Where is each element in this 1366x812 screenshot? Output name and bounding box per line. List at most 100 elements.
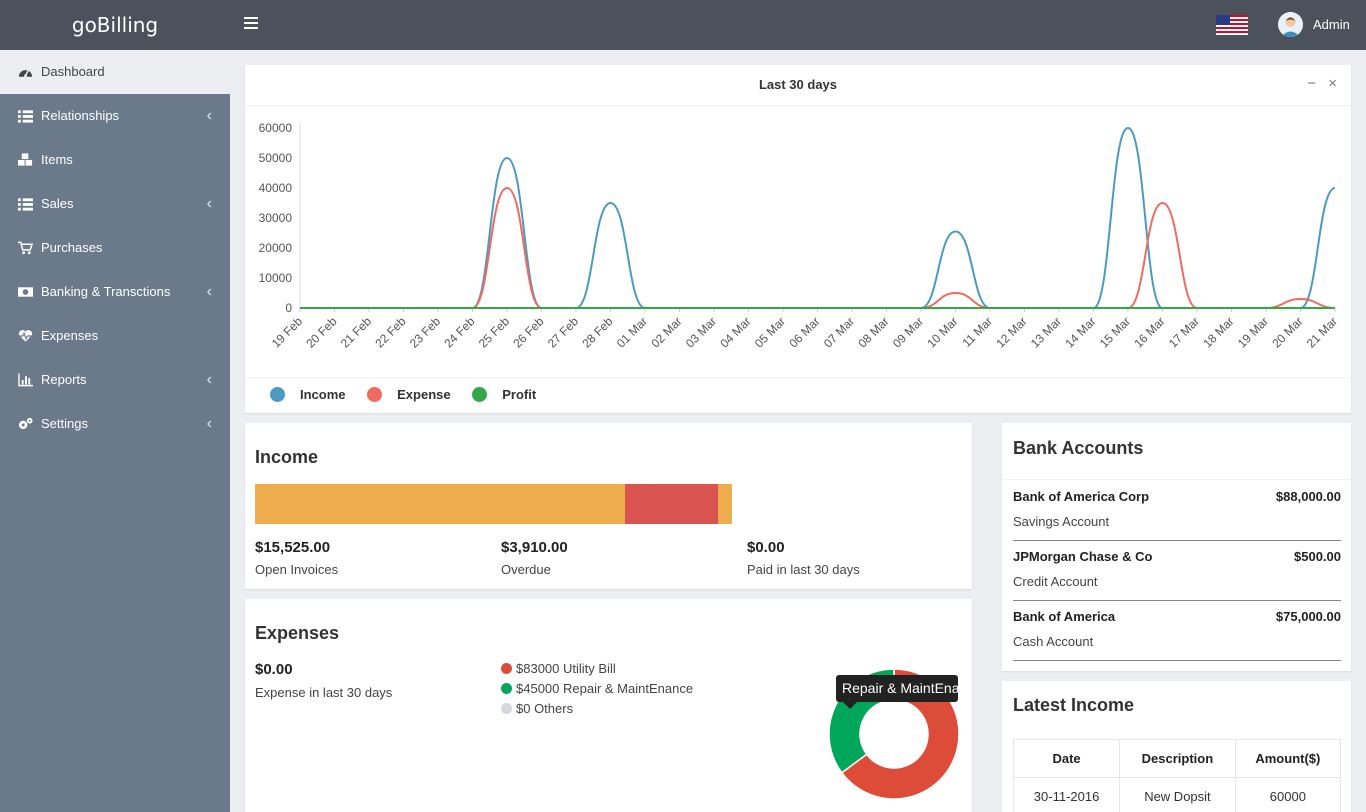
- bank-account-row[interactable]: Bank of America Corp $88,000.00 Savings …: [1013, 481, 1341, 541]
- list-icon: [18, 110, 33, 123]
- chevron-left-icon: ‹: [206, 195, 212, 212]
- expense-value: $0.00: [255, 661, 293, 678]
- chart-tooltip: Repair & MaintEnance: [836, 675, 958, 702]
- sidebar-item-banking[interactable]: Banking & Transctions ‹: [0, 270, 230, 314]
- legend-label: $45000 Repair & MaintEnance: [516, 681, 694, 696]
- legend-item: $45000 Repair & MaintEnance: [501, 679, 693, 699]
- x-tick-label: 26 Feb: [510, 314, 547, 351]
- x-tick-label: 19 Mar: [1235, 314, 1271, 350]
- stat-label: Paid in last 30 days: [747, 562, 860, 577]
- x-tick-label: 04 Mar: [717, 314, 753, 350]
- legend-item: $0 Others: [501, 699, 693, 719]
- x-tick-label: 20 Mar: [1269, 314, 1305, 350]
- x-tick-label: 28 Feb: [579, 314, 616, 351]
- us-flag-icon[interactable]: [1216, 15, 1248, 35]
- legend-label: Expense: [397, 387, 451, 402]
- stat-label: Overdue: [501, 562, 551, 577]
- legend-label: $83000 Utility Bill: [516, 661, 616, 676]
- bank-account-row[interactable]: JPMorgan Chase & Co $500.00 Credit Accou…: [1013, 541, 1341, 601]
- sidebar-item-dashboard[interactable]: Dashboard: [0, 50, 230, 94]
- chevron-left-icon: ‹: [206, 415, 212, 432]
- bank-account-type: Cash Account: [1013, 634, 1094, 649]
- y-tick-label: 0: [285, 301, 292, 315]
- chevron-left-icon: ‹: [206, 107, 212, 124]
- cogs-icon: [18, 417, 33, 430]
- legend-dot: [501, 683, 512, 694]
- x-tick-label: 11 Mar: [959, 314, 995, 350]
- series-line-expense: [300, 186, 1336, 309]
- expense-legend: $83000 Utility Bill $45000 Repair & Main…: [501, 659, 693, 719]
- y-tick-label: 40000: [259, 181, 293, 195]
- x-tick-label: 21 Feb: [338, 314, 375, 351]
- stat-value: $3,910.00: [501, 539, 568, 556]
- sidebar: Dashboard Relationships ‹ Items Sales ‹ …: [0, 50, 230, 812]
- sidebar-item-expenses[interactable]: Expenses: [0, 314, 230, 358]
- bank-account-type: Credit Account: [1013, 574, 1098, 589]
- y-tick-label: 50000: [259, 151, 293, 165]
- table-header-row: Date Description Amount($): [1012, 739, 1342, 778]
- sidebar-item-relationships[interactable]: Relationships ‹: [0, 94, 230, 138]
- x-tick-label: 01 Mar: [614, 314, 650, 350]
- bank-account-type: Savings Account: [1013, 514, 1110, 529]
- table-row[interactable]: 30-11-2016 New Dopsit 60000: [1012, 777, 1342, 812]
- legend-item: $83000 Utility Bill: [501, 659, 693, 679]
- sidebar-item-label: Reports: [41, 372, 87, 387]
- column-header[interactable]: Date: [1012, 739, 1121, 778]
- x-tick-label: 18 Mar: [1200, 314, 1236, 350]
- brand-logo[interactable]: goBilling: [0, 0, 230, 50]
- column-header[interactable]: Description: [1119, 739, 1236, 778]
- bank-accounts-panel: Bank Accounts Bank of America Corp $88,0…: [1002, 423, 1351, 671]
- x-tick-label: 19 Feb: [269, 314, 306, 351]
- dashboard-icon: [18, 69, 33, 78]
- x-tick-label: 10 Mar: [924, 314, 960, 350]
- sidebar-item-label: Expenses: [41, 328, 99, 343]
- stat-label: Open Invoices: [255, 562, 339, 577]
- expense-label: Expense in last 30 days: [255, 685, 393, 700]
- bar-segment[interactable]: [717, 484, 732, 524]
- bank-amount: $88,000.00: [1275, 489, 1341, 504]
- column-header[interactable]: Amount($): [1234, 739, 1342, 778]
- bar-segment[interactable]: [255, 484, 625, 524]
- sidebar-item-items[interactable]: Items: [0, 138, 230, 182]
- legend-profit[interactable]: Profit: [472, 387, 536, 402]
- x-tick-label: 20 Feb: [303, 314, 340, 351]
- sidebar-item-label: Dashboard: [41, 64, 105, 79]
- table-cell: 60000: [1234, 777, 1342, 812]
- user-avatar[interactable]: [1278, 12, 1303, 37]
- series-line-income: [300, 126, 1336, 309]
- bank-amount: $75,000.00: [1275, 609, 1341, 624]
- panel-title: Expenses: [255, 623, 340, 643]
- legend-dot: [270, 387, 285, 402]
- legend-dot: [501, 663, 512, 674]
- legend-income[interactable]: Income: [270, 387, 346, 402]
- x-tick-label: 25 Feb: [476, 314, 513, 351]
- bar-segment[interactable]: [624, 484, 718, 524]
- sidebar-item-purchases[interactable]: Purchases: [0, 226, 230, 270]
- x-tick-label: 21 Mar: [1304, 314, 1340, 350]
- x-tick-label: 17 Mar: [1166, 314, 1202, 350]
- bank-name: Bank of America Corp: [1013, 489, 1150, 504]
- x-tick-label: 06 Mar: [786, 314, 822, 350]
- stat-value: $15,525.00: [255, 539, 331, 556]
- cubes-icon: [18, 153, 33, 166]
- legend-label: $0 Others: [516, 701, 574, 716]
- chevron-left-icon: ‹: [206, 371, 212, 388]
- legend-dot: [501, 703, 512, 714]
- bank-account-row[interactable]: Bank of America $75,000.00 Cash Account: [1013, 601, 1341, 661]
- x-tick-label: 23 Feb: [407, 314, 444, 351]
- user-name[interactable]: Admin: [1313, 17, 1350, 32]
- x-tick-label: 15 Mar: [1097, 314, 1133, 350]
- legend-dot: [367, 387, 383, 402]
- legend-expense[interactable]: Expense: [367, 387, 451, 402]
- panel-title: Latest Income: [1013, 695, 1135, 715]
- sidebar-item-reports[interactable]: Reports ‹: [0, 358, 230, 402]
- sidebar-item-sales[interactable]: Sales ‹: [0, 182, 230, 226]
- bank-amount: $500.00: [1294, 549, 1341, 564]
- y-tick-label: 30000: [259, 211, 293, 225]
- x-tick-label: 09 Mar: [890, 314, 926, 350]
- menu-toggle-icon[interactable]: [244, 17, 258, 31]
- panel-title: Bank Accounts: [1013, 438, 1144, 458]
- cart-icon: [18, 241, 33, 255]
- sidebar-item-label: Banking & Transctions: [41, 284, 171, 299]
- sidebar-item-settings[interactable]: Settings ‹: [0, 402, 230, 446]
